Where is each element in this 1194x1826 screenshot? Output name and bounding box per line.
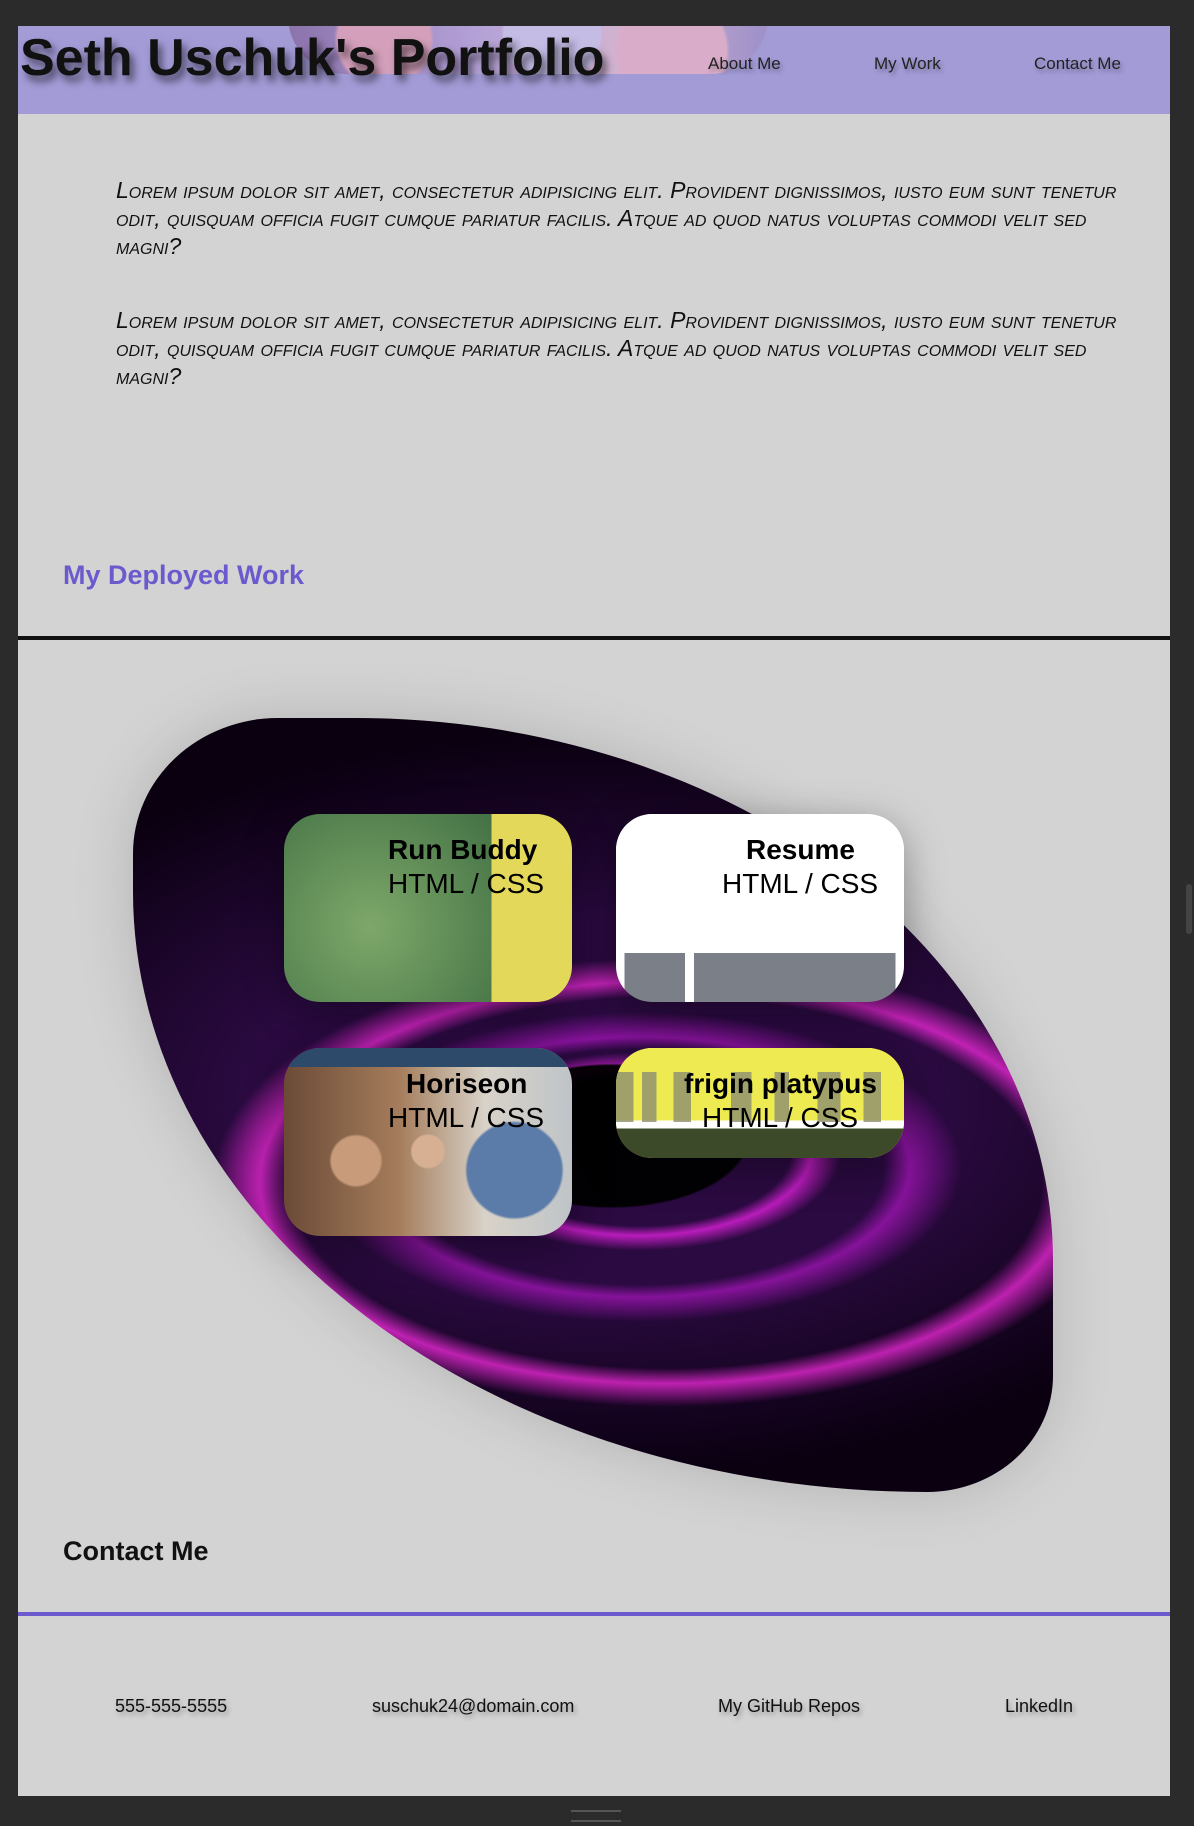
contact-heading: Contact Me <box>63 1536 209 1566</box>
about-paragraph: Lorem ipsum dolor sit amet, consectetur … <box>116 307 1117 389</box>
section-divider <box>18 636 1170 640</box>
contact-github[interactable]: My GitHub Repos <box>718 1696 860 1717</box>
about-paragraph: Lorem ipsum dolor sit amet, consectetur … <box>116 177 1117 259</box>
project-title: Resume <box>746 834 855 865</box>
resize-handle[interactable] <box>571 1810 621 1822</box>
project-card-run-buddy[interactable]: Run Buddy HTML / CSS <box>284 814 572 1002</box>
about-section: Lorem ipsum dolor sit amet, consectetur … <box>116 176 1156 436</box>
contact-email[interactable]: suschuk24@domain.com <box>372 1696 574 1717</box>
project-card-frigin-platypus[interactable]: frigin platypus HTML / CSS <box>616 1048 904 1158</box>
project-title: Run Buddy <box>388 834 538 865</box>
project-tech: HTML / CSS <box>388 1102 545 1133</box>
project-tech: HTML / CSS <box>388 868 545 899</box>
project-tech: HTML / CSS <box>702 1102 859 1133</box>
nav-my-work[interactable]: My Work <box>874 54 941 74</box>
nav-contact-me[interactable]: Contact Me <box>1034 54 1121 74</box>
scrollbar-thumb[interactable] <box>1186 884 1192 934</box>
portfolio-page: Seth Uschuk's Portfolio About Me My Work… <box>18 26 1170 1796</box>
work-background-swirl <box>133 718 1053 1492</box>
work-heading: My Deployed Work <box>63 560 305 590</box>
project-card-resume[interactable]: Resume HTML / CSS <box>616 814 904 1002</box>
project-title: Horiseon <box>406 1068 528 1099</box>
contact-linkedin[interactable]: LinkedIn <box>1005 1696 1073 1717</box>
project-title: frigin platypus <box>684 1068 877 1099</box>
project-tech: HTML / CSS <box>722 868 879 899</box>
nav-about-me[interactable]: About Me <box>708 54 781 74</box>
contact-phone[interactable]: 555-555-5555 <box>115 1696 227 1717</box>
main-nav: About Me My Work Contact Me <box>18 54 1170 84</box>
contact-divider <box>18 1612 1170 1616</box>
project-card-horiseon[interactable]: Horiseon HTML / CSS <box>284 1048 572 1236</box>
site-header: Seth Uschuk's Portfolio About Me My Work… <box>18 26 1170 114</box>
